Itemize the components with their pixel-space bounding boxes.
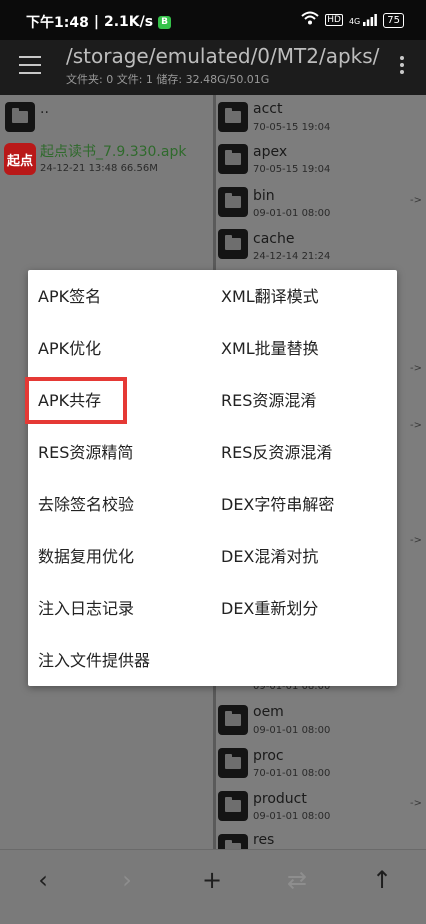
apk-file-meta: 24-12-21 13:48 66.56M [40, 163, 158, 174]
list-item[interactable]: cache 24-12-14 21:24 [216, 228, 426, 272]
menu-item-inject-logging[interactable]: 注入日志记录 [38, 583, 134, 635]
parent-directory-label: .. [40, 101, 49, 117]
folder-meta: 70-05-15 19:04 [253, 164, 331, 175]
folder-meta: 24-12-14 21:24 [253, 251, 331, 262]
hd-icon: HD [325, 14, 343, 26]
storage-info: 文件夹: 0 文件: 1 储存: 32.48G/50.01G [66, 73, 270, 86]
current-path: /storage/emulated/0/MT2/apks/ [66, 44, 380, 68]
folder-meta: 09-01-01 08:00 [253, 725, 331, 736]
list-item[interactable]: res [216, 832, 426, 849]
folder-meta: 70-01-01 08:00 [253, 768, 331, 779]
status-right: HD 4G 75 [301, 11, 404, 29]
folder-icon [218, 748, 248, 778]
folder-name: apex [253, 144, 288, 160]
symlink-arrow: -> [410, 535, 422, 546]
folder-icon [218, 791, 248, 821]
folder-name: res [253, 832, 275, 848]
wifi-icon [301, 11, 319, 29]
back-arrow-icon[interactable]: ‹ [28, 866, 58, 894]
app-notification-icon: B [158, 15, 172, 29]
symlink-arrow: -> [410, 420, 422, 431]
menu-item-apk-sign[interactable]: APK签名 [38, 271, 101, 323]
parent-directory-row[interactable]: .. [0, 97, 213, 141]
symlink-arrow: -> [410, 195, 422, 206]
menu-item-dex-string-decrypt[interactable]: DEX字符串解密 [221, 479, 334, 531]
list-item[interactable]: proc 70-01-01 08:00 [216, 744, 426, 788]
folder-name: proc [253, 748, 284, 764]
menu-item-res-deobfuscate[interactable]: RES反资源混淆 [221, 427, 332, 479]
list-item[interactable]: acct 70-05-15 19:04 [216, 97, 426, 141]
folder-icon [218, 834, 248, 849]
symlink-arrow: -> [410, 798, 422, 809]
battery-icon: 75 [383, 12, 404, 28]
folder-name: oem [253, 704, 284, 720]
folder-icon [218, 705, 248, 735]
go-up-icon[interactable]: ↑ [367, 866, 397, 894]
list-item[interactable]: product 09-01-01 08:00 -> [216, 788, 426, 832]
menu-item-data-reuse-optimize[interactable]: 数据复用优化 [38, 531, 134, 583]
menu-item-apk-optimize[interactable]: APK优化 [38, 323, 101, 375]
apk-tools-menu: APK签名 XML翻译模式 APK优化 XML批量替换 APK共存 RES资源混… [28, 270, 397, 686]
folder-meta: 70-05-15 19:04 [253, 122, 331, 133]
more-options-icon[interactable] [400, 56, 404, 74]
status-left: 下午1:48 | 2.1K/s B [26, 12, 172, 32]
menu-item-inject-file-provider[interactable]: 注入文件提供器 [38, 635, 150, 687]
signal-icon: 4G [348, 14, 378, 26]
folder-name: acct [253, 101, 283, 117]
status-time: 下午1:48 [26, 15, 89, 31]
folder-icon [5, 102, 35, 132]
folder-name: bin [253, 188, 275, 204]
folder-icon [218, 229, 248, 259]
net-type-label: 4G [348, 17, 361, 26]
list-item[interactable]: apex 70-05-15 19:04 [216, 141, 426, 185]
swap-panes-icon[interactable]: ⇄ [282, 866, 312, 894]
menu-item-xml-translate[interactable]: XML翻译模式 [221, 271, 319, 323]
list-item[interactable]: bin 09-01-01 08:00 -> [216, 185, 426, 229]
qidian-app-icon: 起点 [4, 143, 36, 175]
folder-icon [218, 102, 248, 132]
highlight-box [25, 377, 127, 424]
folder-icon [218, 144, 248, 174]
toolbar: /storage/emulated/0/MT2/apks/ 文件夹: 0 文件:… [0, 40, 426, 95]
hamburger-menu-icon[interactable] [19, 56, 41, 74]
menu-item-remove-signature-check[interactable]: 去除签名校验 [38, 479, 134, 531]
apk-file-name[interactable]: 起点读书_7.9.330.apk [40, 141, 186, 161]
folder-meta: 09-01-01 08:00 [253, 811, 331, 822]
forward-arrow-icon[interactable]: › [112, 866, 142, 894]
folder-meta: 09-01-01 08:00 [253, 208, 331, 219]
add-icon[interactable]: + [197, 866, 227, 894]
status-net-speed: 2.1K/s [103, 14, 154, 30]
folder-name: product [253, 791, 307, 807]
folder-name: cache [253, 231, 295, 247]
symlink-arrow: -> [410, 363, 422, 374]
menu-item-res-obfuscate[interactable]: RES资源混淆 [221, 375, 316, 427]
status-bar: 下午1:48 | 2.1K/s B HD 4G 75 [0, 0, 426, 40]
list-item[interactable]: oem 09-01-01 08:00 [216, 700, 426, 744]
bottom-action-bar: ‹ › + ⇄ ↑ [0, 849, 426, 924]
menu-item-res-shrink[interactable]: RES资源精简 [38, 427, 133, 479]
folder-icon [218, 187, 248, 217]
menu-item-dex-repartition[interactable]: DEX重新划分 [221, 583, 318, 635]
menu-item-xml-batch-replace[interactable]: XML批量替换 [221, 323, 319, 375]
menu-item-dex-anti-obfuscation[interactable]: DEX混淆对抗 [221, 531, 318, 583]
